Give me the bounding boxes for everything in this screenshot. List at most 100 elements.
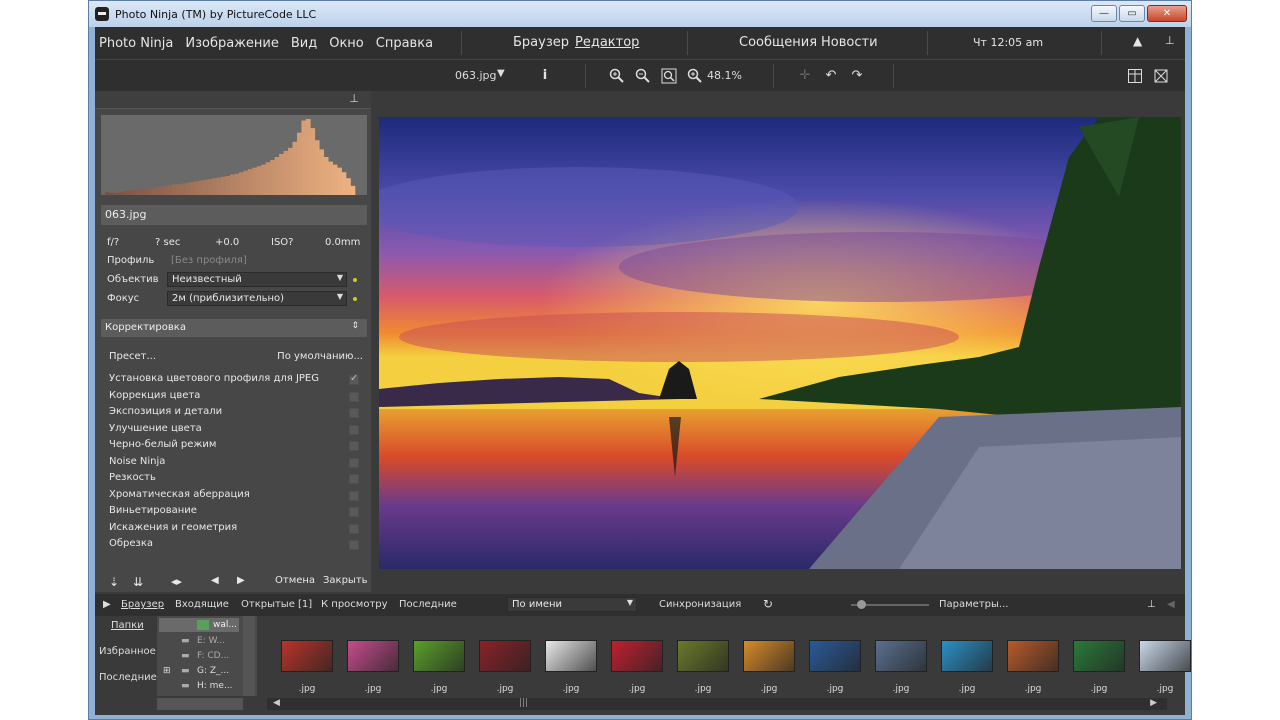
messages-link[interactable]: Сообщения <box>739 35 817 50</box>
correction-row[interactable]: Обрезка <box>109 538 359 554</box>
browser-tab-inbox[interactable]: Входящие <box>175 599 229 610</box>
correction-checkbox[interactable] <box>349 408 359 418</box>
maximize-button[interactable]: ▭ <box>1119 5 1145 22</box>
browser-tab-recent[interactable]: Последние <box>399 599 457 610</box>
preset-label[interactable]: Пресет... <box>109 351 156 362</box>
play-icon[interactable]: ▶ <box>103 599 111 610</box>
correction-row[interactable]: Установка цветового профиля для JPEG <box>109 373 359 389</box>
preset-value[interactable]: По умолчанию... <box>277 351 363 362</box>
redo-icon[interactable]: ↷ <box>849 68 865 84</box>
scroll-right-icon[interactable]: ▶ <box>1150 698 1157 708</box>
tree-hscrollbar[interactable] <box>157 698 243 710</box>
fullscreen-icon[interactable] <box>1153 68 1169 84</box>
thumbnail[interactable] <box>1073 640 1125 672</box>
corrections-section[interactable]: Корректировка ⇕ <box>101 319 367 337</box>
sort-select[interactable]: По имени ▼ <box>507 597 637 612</box>
scroll-left-icon[interactable]: ◀ <box>273 698 280 708</box>
menu-help[interactable]: Справка <box>376 36 433 51</box>
nav-recent[interactable]: Последние <box>99 672 157 683</box>
thumbnail[interactable] <box>875 640 927 672</box>
expand-icon[interactable]: ⊞ <box>163 666 171 676</box>
thumbnail[interactable] <box>413 640 465 672</box>
collapse-left-icon[interactable]: ◀ <box>1167 599 1175 610</box>
tree-item[interactable]: wal... <box>213 620 237 630</box>
correction-checkbox[interactable] <box>349 373 359 385</box>
menu-view[interactable]: Вид <box>291 36 317 51</box>
correction-row[interactable]: Виньетирование <box>109 505 359 521</box>
nav-favorites[interactable]: Избранное <box>99 646 156 657</box>
correction-row[interactable]: Noise Ninja <box>109 456 359 472</box>
thumbnail[interactable] <box>941 640 993 672</box>
news-link[interactable]: Новости <box>821 35 878 50</box>
nav-folders[interactable]: Папки <box>111 620 144 631</box>
tree-item[interactable]: E: W... <box>197 636 225 646</box>
correction-row[interactable]: Экспозиция и детали <box>109 406 359 422</box>
correction-checkbox[interactable] <box>349 490 359 501</box>
cancel-button[interactable]: Отмена <box>275 575 315 586</box>
browser-tab-browser[interactable]: Браузер <box>121 599 164 610</box>
mode-editor-link[interactable]: Редактор <box>575 35 639 50</box>
close-panel-button[interactable]: Закрыть <box>323 575 368 586</box>
panel-pin-icon[interactable]: ⊥ <box>349 92 359 105</box>
thumbnail[interactable] <box>281 640 333 672</box>
correction-row[interactable]: Коррекция цвета <box>109 390 359 406</box>
zoom-fit-icon[interactable] <box>661 68 677 84</box>
layout-grid-icon[interactable] <box>1127 68 1143 84</box>
correction-checkbox[interactable] <box>349 474 359 484</box>
menu-image[interactable]: Изображение <box>185 36 278 51</box>
correction-row[interactable]: Хроматическая аберрация <box>109 489 359 505</box>
mode-browser-link[interactable]: Браузер <box>513 35 569 50</box>
filename-dropdown[interactable]: 063.jpg <box>455 69 497 82</box>
arrow-down-icon[interactable]: ⇣ <box>109 575 119 589</box>
prev-icon[interactable]: ◀ <box>211 575 219 586</box>
correction-checkbox[interactable] <box>349 457 359 468</box>
tree-item[interactable]: H: me... <box>197 681 233 691</box>
split-view-icon[interactable]: ◂▸ <box>171 575 182 588</box>
browser-tab-open[interactable]: Открытые [1] <box>241 599 312 610</box>
focus-select[interactable]: 2м (приблизительно) ▼ <box>167 291 347 306</box>
correction-checkbox[interactable] <box>349 424 359 435</box>
thumbnail[interactable] <box>479 640 531 672</box>
zoom-in-icon[interactable] <box>609 68 625 84</box>
collapse-up-icon[interactable]: ▲ <box>1133 34 1142 48</box>
correction-checkbox[interactable] <box>349 391 359 402</box>
photo-canvas[interactable] <box>379 117 1181 569</box>
correction-row[interactable]: Черно-белый режим <box>109 439 359 455</box>
thumbnail[interactable] <box>1139 640 1191 672</box>
tree-item[interactable]: G: Z_... <box>197 666 229 676</box>
thumb-size-slider-handle[interactable] <box>857 600 866 609</box>
browser-pin-icon[interactable]: ⊥ <box>1147 599 1156 610</box>
scroll-thumb[interactable]: ||| <box>519 698 528 708</box>
thumbnail[interactable] <box>347 640 399 672</box>
arrow-down-all-icon[interactable]: ⇊ <box>133 575 143 589</box>
thumbnail[interactable] <box>545 640 597 672</box>
correction-row[interactable]: Резкость <box>109 472 359 488</box>
params-button[interactable]: Параметры... <box>939 599 1008 610</box>
zoom-out-icon[interactable] <box>635 68 651 84</box>
correction-row[interactable]: Искажения и геометрия <box>109 522 359 538</box>
thumbnail[interactable] <box>1007 640 1059 672</box>
thumbnail[interactable] <box>809 640 861 672</box>
minimize-button[interactable]: — <box>1091 5 1117 22</box>
correction-checkbox[interactable] <box>349 441 359 451</box>
correction-checkbox[interactable] <box>349 540 359 550</box>
close-button[interactable]: ✕ <box>1147 5 1187 22</box>
thumbnail[interactable] <box>611 640 663 672</box>
thumbnail[interactable] <box>677 640 729 672</box>
sync-button[interactable]: Синхронизация <box>659 599 741 610</box>
thumbnail[interactable] <box>743 640 795 672</box>
pin-icon[interactable]: ⊥ <box>1165 34 1175 47</box>
zoom-actual-icon[interactable] <box>687 68 703 84</box>
thumbnail-scrollbar[interactable]: ◀ ||| ▶ <box>267 698 1167 710</box>
tree-item[interactable]: F: CD... <box>197 651 229 661</box>
correction-row[interactable]: Улучшение цвета <box>109 423 359 439</box>
browser-tab-review[interactable]: К просмотру <box>321 599 388 610</box>
lens-select[interactable]: Неизвестный ▼ <box>167 272 347 287</box>
refresh-icon[interactable]: ↻ <box>763 597 773 611</box>
tree-scrollbar[interactable] <box>243 616 255 696</box>
correction-checkbox[interactable] <box>349 523 359 534</box>
chevron-down-icon[interactable]: ▼ <box>497 68 505 79</box>
info-icon[interactable]: i <box>537 68 553 84</box>
undo-icon[interactable]: ↶ <box>823 68 839 84</box>
menu-window[interactable]: Окно <box>329 36 364 51</box>
